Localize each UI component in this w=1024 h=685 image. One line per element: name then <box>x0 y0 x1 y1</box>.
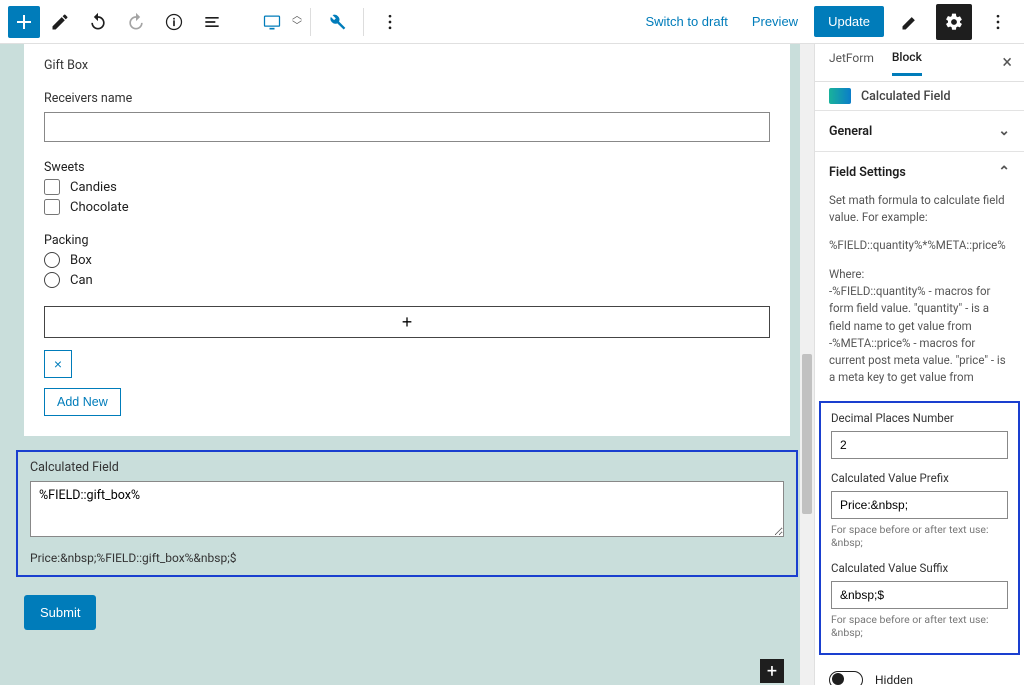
help-meta-macro: -%META::price% - macros for current post… <box>829 335 1010 387</box>
hidden-toggle-label: Hidden <box>875 673 913 685</box>
help-field-macro: -%FIELD::quantity% - macros for form fie… <box>829 283 1010 335</box>
gear-icon <box>944 12 964 32</box>
calculated-field-block[interactable]: Calculated Field %FIELD::gift_box% Price… <box>16 450 798 577</box>
settings-sidebar: JetForm Block × Calculated Field General… <box>814 44 1024 685</box>
outline-button[interactable] <box>194 4 230 40</box>
selected-block-indicator: Calculated Field <box>815 82 1024 110</box>
tab-block[interactable]: Block <box>892 50 922 76</box>
plus-icon <box>12 10 36 34</box>
close-sidebar-button[interactable]: × <box>1002 52 1012 73</box>
gift-box-label: Gift Box <box>44 58 770 73</box>
calc-settings-highlight: Decimal Places Number Calculated Value P… <box>819 401 1020 655</box>
device-button[interactable] <box>254 4 290 40</box>
dots-vertical-icon <box>988 12 1008 32</box>
redo-icon <box>126 12 146 32</box>
add-repeater-row-button[interactable]: + <box>44 306 770 338</box>
tab-jetform[interactable]: JetForm <box>829 51 874 74</box>
info-icon <box>164 12 184 32</box>
ellipsis-button[interactable] <box>980 4 1016 40</box>
calculated-field-icon <box>829 88 851 104</box>
help-text: Set math formula to calculate field valu… <box>829 192 1010 227</box>
redo-button[interactable] <box>118 4 154 40</box>
panel-field-settings[interactable]: Field Settings ⌃ <box>815 152 1024 192</box>
can-radio[interactable] <box>44 272 60 288</box>
undo-button[interactable] <box>80 4 116 40</box>
calculated-field-label: Calculated Field <box>30 460 784 475</box>
submit-button[interactable]: Submit <box>24 595 96 630</box>
update-button[interactable]: Update <box>814 6 884 37</box>
chocolate-checkbox[interactable] <box>44 199 60 215</box>
prefix-hint: For space before or after text use: &nbs… <box>831 523 1008 549</box>
packing-label: Packing <box>44 233 770 248</box>
desktop-icon <box>262 12 282 32</box>
more-options-button[interactable] <box>372 4 408 40</box>
edit-mode-button[interactable] <box>42 4 78 40</box>
chevron-down-icon: ﹀ <box>292 22 302 32</box>
undo-icon <box>88 12 108 32</box>
preview-button[interactable]: Preview <box>744 8 806 35</box>
help-formula: %FIELD::quantity%*%META::price% <box>829 237 1010 254</box>
receivers-name-label: Receivers name <box>44 91 770 106</box>
add-new-button[interactable]: Add New <box>44 388 121 416</box>
wrench-icon <box>327 12 347 32</box>
pencil-icon <box>50 12 70 32</box>
calculated-field-preview: Price:&nbsp;%FIELD::gift_box%&nbsp;$ <box>30 551 784 565</box>
vertical-scrollbar[interactable] <box>800 44 814 685</box>
box-radio[interactable] <box>44 252 60 268</box>
prefix-input[interactable] <box>831 491 1008 519</box>
help-where: Where: <box>829 266 1010 283</box>
option-label: Candies <box>70 180 117 195</box>
suffix-label: Calculated Value Suffix <box>831 561 1008 575</box>
option-label: Box <box>70 253 92 268</box>
settings-button[interactable] <box>936 4 972 40</box>
list-icon <box>202 12 222 32</box>
pencil-icon <box>900 12 920 32</box>
dots-vertical-icon <box>380 12 400 32</box>
option-label: Can <box>70 273 93 288</box>
editor-toolbar: ︿ ﹀ Switch to draft Preview Update <box>0 0 1024 44</box>
suffix-input[interactable] <box>831 581 1008 609</box>
jet-styles-button[interactable] <box>892 4 928 40</box>
chevron-down-icon: ⌄ <box>998 123 1010 139</box>
switch-to-draft-button[interactable]: Switch to draft <box>637 8 735 35</box>
candies-checkbox[interactable] <box>44 179 60 195</box>
wrench-button[interactable] <box>319 4 355 40</box>
block-inserter-fab[interactable]: + <box>760 659 784 683</box>
prefix-label: Calculated Value Prefix <box>831 471 1008 485</box>
info-button[interactable] <box>156 4 192 40</box>
hidden-toggle[interactable] <box>829 671 863 685</box>
block-mover[interactable]: ︿ ﹀ <box>292 4 302 40</box>
option-label: Chocolate <box>70 200 129 215</box>
decimal-places-input[interactable] <box>831 431 1008 459</box>
add-block-button[interactable] <box>8 6 40 38</box>
remove-row-button[interactable]: × <box>44 350 72 378</box>
chevron-up-icon: ︿ <box>292 12 302 22</box>
calculated-field-textarea[interactable]: %FIELD::gift_box% <box>30 481 784 537</box>
decimal-places-label: Decimal Places Number <box>831 411 1008 425</box>
selected-block-name: Calculated Field <box>861 89 951 104</box>
chevron-up-icon: ⌃ <box>998 164 1010 180</box>
panel-general[interactable]: General ⌄ <box>815 111 1024 151</box>
receivers-name-input[interactable] <box>44 112 770 142</box>
editor-canvas: Gift Box Receivers name Sweets Candies C… <box>0 44 814 685</box>
sweets-label: Sweets <box>44 160 770 175</box>
suffix-hint: For space before or after text use: &nbs… <box>831 613 1008 639</box>
